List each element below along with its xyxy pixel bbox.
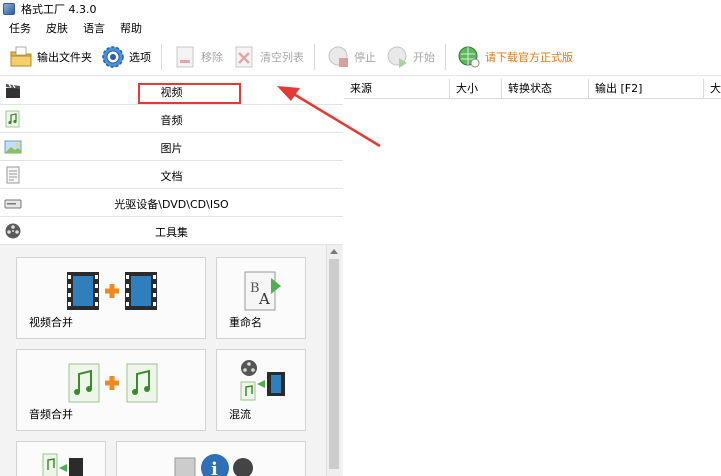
remove-doc-icon (172, 44, 198, 70)
tool-tile-partial-2[interactable]: i (116, 441, 306, 476)
category-audio[interactable]: 音频 (0, 105, 343, 133)
column-source[interactable]: 来源 (344, 79, 450, 99)
toolbar-separator (445, 43, 446, 70)
audio-merge-icon (68, 363, 158, 403)
gear-icon (100, 44, 126, 70)
scroll-thumb[interactable] (329, 259, 339, 469)
svg-text:i: i (211, 459, 218, 476)
download-official-label: 请下载官方正式版 (485, 50, 573, 64)
column-status[interactable]: 转换状态 (502, 79, 589, 99)
audio-merge-label: 音频合并 (29, 408, 73, 421)
output-folder-label: 输出文件夹 (37, 50, 92, 64)
scroll-up-arrow-icon[interactable] (330, 249, 338, 254)
category-video[interactable]: 视频 (0, 77, 343, 105)
start-icon (384, 44, 410, 70)
category-optical-drive[interactable]: 光驱设备\DVD\CD\ISO (0, 189, 343, 217)
task-list: 来源 大小 转换状态 输出 [F2] 大 (344, 77, 721, 476)
category-image[interactable]: 图片 (0, 133, 343, 161)
stop-label: 停止 (354, 50, 376, 64)
clear-list-button[interactable]: 清空列表 (227, 40, 308, 74)
clear-list-icon (231, 44, 257, 70)
menu-help[interactable]: 帮助 (111, 20, 148, 36)
rename-label: 重命名 (229, 316, 262, 329)
title-bar: 格式工厂 4.3.0 (0, 0, 721, 18)
clear-list-label: 清空列表 (260, 50, 304, 64)
mux-label: 混流 (229, 408, 251, 421)
category-image-label: 图片 (160, 142, 183, 155)
app-logo-icon (3, 3, 15, 15)
category-video-label: 视频 (160, 86, 183, 99)
audio-merge-tile[interactable]: 音频合并 (16, 349, 206, 431)
window-title: 格式工厂 4.3.0 (21, 3, 97, 16)
category-panel: 视频 音频 图片 文档 光驱设备\DVD\CD\ISO 工具集 视频合并 B A… (0, 77, 343, 476)
video-merge-icon (67, 272, 157, 310)
category-tools[interactable]: 工具集 (0, 217, 343, 245)
menu-skin[interactable]: 皮肤 (37, 20, 74, 36)
toolbar: 输出文件夹 选项 移除 清空列表 停止 开始 请下载官方正式版 (0, 38, 721, 76)
rename-icon: B A (244, 271, 281, 311)
mux-icon (240, 360, 285, 401)
category-document-label: 文档 (160, 170, 183, 183)
toolbar-separator (314, 43, 315, 70)
menu-language[interactable]: 语言 (74, 20, 111, 36)
globe-icon (456, 44, 482, 70)
tools-grid: 视频合并 B A 重命名 音频合并 混流 i (0, 245, 343, 476)
rename-tile[interactable]: B A 重命名 (216, 257, 306, 339)
options-label: 选项 (129, 50, 151, 64)
options-button[interactable]: 选项 (96, 40, 155, 74)
column-size[interactable]: 大小 (450, 79, 502, 99)
tool-tile-partial-1[interactable] (16, 441, 106, 476)
remove-label: 移除 (201, 50, 223, 64)
tools-scrollbar[interactable] (326, 245, 341, 476)
svg-text:A: A (258, 290, 270, 308)
column-output[interactable]: 输出 [F2] (589, 79, 704, 99)
menu-task[interactable]: 任务 (0, 20, 37, 36)
output-folder-button[interactable]: 输出文件夹 (4, 40, 96, 74)
media-info-icon: i (174, 454, 253, 476)
folder-icon (8, 44, 34, 70)
category-tools-label: 工具集 (155, 226, 188, 239)
start-label: 开始 (413, 50, 435, 64)
download-official-button[interactable]: 请下载官方正式版 (452, 40, 577, 74)
category-optical-drive-label: 光驱设备\DVD\CD\ISO (114, 198, 229, 211)
audio-video-icon (42, 453, 83, 476)
stop-icon (325, 44, 351, 70)
category-audio-label: 音频 (160, 114, 183, 127)
video-merge-label: 视频合并 (29, 316, 73, 329)
start-button[interactable]: 开始 (380, 40, 439, 74)
menu-bar: 任务 皮肤 语言 帮助 (0, 18, 721, 38)
video-merge-tile[interactable]: 视频合并 (16, 257, 206, 339)
stop-button[interactable]: 停止 (321, 40, 380, 74)
column-partial[interactable]: 大 (704, 79, 721, 99)
category-document[interactable]: 文档 (0, 161, 343, 189)
toolbar-separator (161, 43, 162, 70)
remove-button[interactable]: 移除 (168, 40, 227, 74)
mux-tile[interactable]: 混流 (216, 349, 306, 431)
